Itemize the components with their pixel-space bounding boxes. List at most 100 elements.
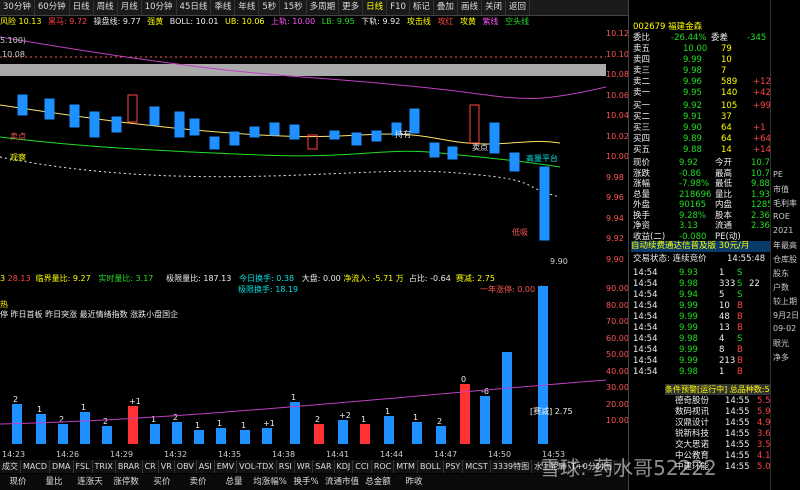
status-attack: 攻击线 xyxy=(406,17,431,26)
toolbar-item[interactable]: 日线 xyxy=(363,0,388,15)
toolbar-item[interactable]: 标记 xyxy=(410,0,434,15)
book-row[interactable]: 卖四 9.99 10 xyxy=(631,55,771,66)
book-row[interactable]: 买四 9.89 64 +64 xyxy=(631,134,771,145)
footer-column[interactable]: 流通市值 xyxy=(324,474,360,490)
toolbar-item[interactable]: 多周期 xyxy=(307,0,340,15)
footer-column[interactable]: 量比 xyxy=(36,474,72,490)
footer-column[interactable]: 现价 xyxy=(0,474,36,490)
candle xyxy=(447,146,458,160)
toolbar-item[interactable]: 5秒 xyxy=(259,0,281,15)
indicator-tab[interactable]: DMA xyxy=(50,460,74,473)
indicator-tab[interactable]: PSY xyxy=(444,460,464,473)
footer-column[interactable]: 卖价 xyxy=(180,474,216,490)
promo-banner[interactable]: 自动续费通达信普及版 30元/月 xyxy=(631,241,771,252)
footer-column[interactable]: 连涨天 xyxy=(72,474,108,490)
toolbar-item[interactable]: 季线 xyxy=(211,0,236,15)
book-row[interactable]: 卖一 9.95 140 +42 xyxy=(631,88,771,99)
indicator-tab[interactable]: MACD xyxy=(21,460,50,473)
book-cell: 64 xyxy=(721,134,732,144)
indicator-tab[interactable]: RSI xyxy=(277,460,295,473)
toolbar-item[interactable]: 年线 xyxy=(235,0,260,15)
book-cell: 9.88 xyxy=(683,145,702,155)
volume-label: 2 xyxy=(173,413,178,422)
footer-column[interactable]: 昨收 xyxy=(396,474,432,490)
footer-column[interactable]: 总量 xyxy=(216,474,252,490)
footer-column[interactable]: 均涨幅% xyxy=(252,474,288,490)
book-cell: 10.00 xyxy=(683,44,708,54)
time-tick: 14:41 xyxy=(326,450,350,459)
toolbar-item[interactable]: 画线 xyxy=(458,0,482,15)
toolbar-item[interactable]: 更多 xyxy=(339,0,364,15)
candle xyxy=(89,111,100,138)
weibi-label: 委比 xyxy=(633,33,651,43)
volume-indicator-header: 3 28.13 临界量比: 9.27 实时量比: 3.17 极限量比: 187.… xyxy=(0,273,628,284)
toolbar-item[interactable]: 月线 xyxy=(118,0,142,15)
toolbar-item[interactable]: 60分钟 xyxy=(35,0,70,15)
tick-cell: 14:54 xyxy=(633,367,658,377)
indicator-tab[interactable]: VOL-TDX xyxy=(237,460,277,473)
sub-inflow: 净流入: -5.71 万 xyxy=(343,274,404,283)
toolbar-item[interactable]: 30分钟 xyxy=(0,0,35,15)
toolbar-item[interactable]: F10 xyxy=(387,0,410,15)
indicator-tab[interactable]: OBV xyxy=(175,460,197,473)
indicator-tab[interactable]: EMV xyxy=(215,460,238,473)
tick-cell: B xyxy=(737,356,743,366)
time-tick: 14:32 xyxy=(164,450,188,459)
indicator-tab[interactable]: BRAR xyxy=(116,460,143,473)
indicator-tab[interactable]: ASI xyxy=(197,460,215,473)
indicator-tab[interactable]: KDJ xyxy=(335,460,354,473)
footer-column[interactable]: 换手% xyxy=(288,474,324,490)
sub-market: 大盘: 0.00 xyxy=(301,274,341,283)
stat-cell: 90165 xyxy=(679,200,707,210)
toolbar-item[interactable]: 10分钟 xyxy=(142,0,177,15)
book-row[interactable]: 卖五 10.00 79 xyxy=(631,44,771,55)
indicator-tab[interactable]: CCI xyxy=(353,460,372,473)
indicator-tab[interactable]: WR xyxy=(295,460,314,473)
toolbar-item[interactable]: 周线 xyxy=(94,0,118,15)
toolbar-item[interactable]: 返回 xyxy=(506,0,530,15)
price-chart[interactable]: 10.08 5.100) 卖点 观察 持有 卖点 高量平台 低吸 9.90 xyxy=(0,27,606,272)
indicator-tab[interactable]: SAR xyxy=(313,460,335,473)
toolbar-item[interactable]: 关闭 xyxy=(482,0,506,15)
book-row[interactable]: 买五 9.88 14 +14 xyxy=(631,145,771,156)
tick-cell: S xyxy=(737,268,743,278)
volume-label: 1 xyxy=(217,419,222,428)
indicator-tab[interactable]: 成交 xyxy=(0,460,21,473)
side-info-item: 年最高 xyxy=(773,241,797,250)
book-row[interactable]: 卖二 9.96 589 +120 xyxy=(631,77,776,88)
toolbar-item[interactable]: 日线 xyxy=(70,0,94,15)
toolbar-item[interactable]: 45日线 xyxy=(177,0,212,15)
book-row[interactable]: 买三 9.90 64 +1 xyxy=(631,123,771,134)
candle xyxy=(149,106,160,126)
stat-cell: 净资 xyxy=(633,221,651,231)
tick-row: 14:54 9.99 10 B xyxy=(631,301,771,312)
indicator-tab[interactable]: VR xyxy=(159,460,175,473)
indicator-tab[interactable]: ROC xyxy=(372,460,395,473)
footer-column[interactable]: 买价 xyxy=(144,474,180,490)
stat-cell: 外盘 xyxy=(633,200,651,210)
indicator-tab[interactable]: 3339特图 xyxy=(491,460,533,473)
indicator-tab[interactable]: BOLL xyxy=(418,460,444,473)
book-row[interactable]: 买一 9.92 105 +99 xyxy=(631,101,771,112)
book-row[interactable]: 卖三 9.98 7 xyxy=(631,66,771,77)
status-lb: LB: 9.95 xyxy=(321,17,355,26)
toolbar-item[interactable]: 叠加 xyxy=(434,0,458,15)
indicator-tab[interactable]: CR xyxy=(143,460,159,473)
indicator-tab[interactable]: TRIX xyxy=(93,460,116,473)
book-row[interactable]: 买二 9.91 37 xyxy=(631,112,771,123)
footer-column[interactable]: 总金额 xyxy=(360,474,396,490)
book-cell: 卖二 xyxy=(633,77,651,87)
indicator-tab[interactable]: MCST xyxy=(463,460,491,473)
volume-label: +1 xyxy=(263,419,275,428)
side-info-item: 毛利率 xyxy=(773,199,797,208)
trade-status-time: 14:55:48 xyxy=(727,254,766,264)
volume-label: 2 xyxy=(59,415,64,424)
indicator-tab[interactable]: MTM xyxy=(394,460,418,473)
alert-cell: 14:55 xyxy=(725,440,750,450)
toolbar-item[interactable]: 15秒 xyxy=(280,0,307,15)
footer-column[interactable]: 涨停数 xyxy=(108,474,144,490)
volume-chart[interactable]: 极限换手: 18.19 一年涨停: 0.00 次 热 停 昨日首板 昨日突涨 最… xyxy=(0,284,606,444)
stat-row: 涨幅 -7.98% 最低 9.88 xyxy=(631,179,771,190)
tick-cell: 8 xyxy=(719,345,725,355)
indicator-tab[interactable]: FSL xyxy=(74,460,93,473)
